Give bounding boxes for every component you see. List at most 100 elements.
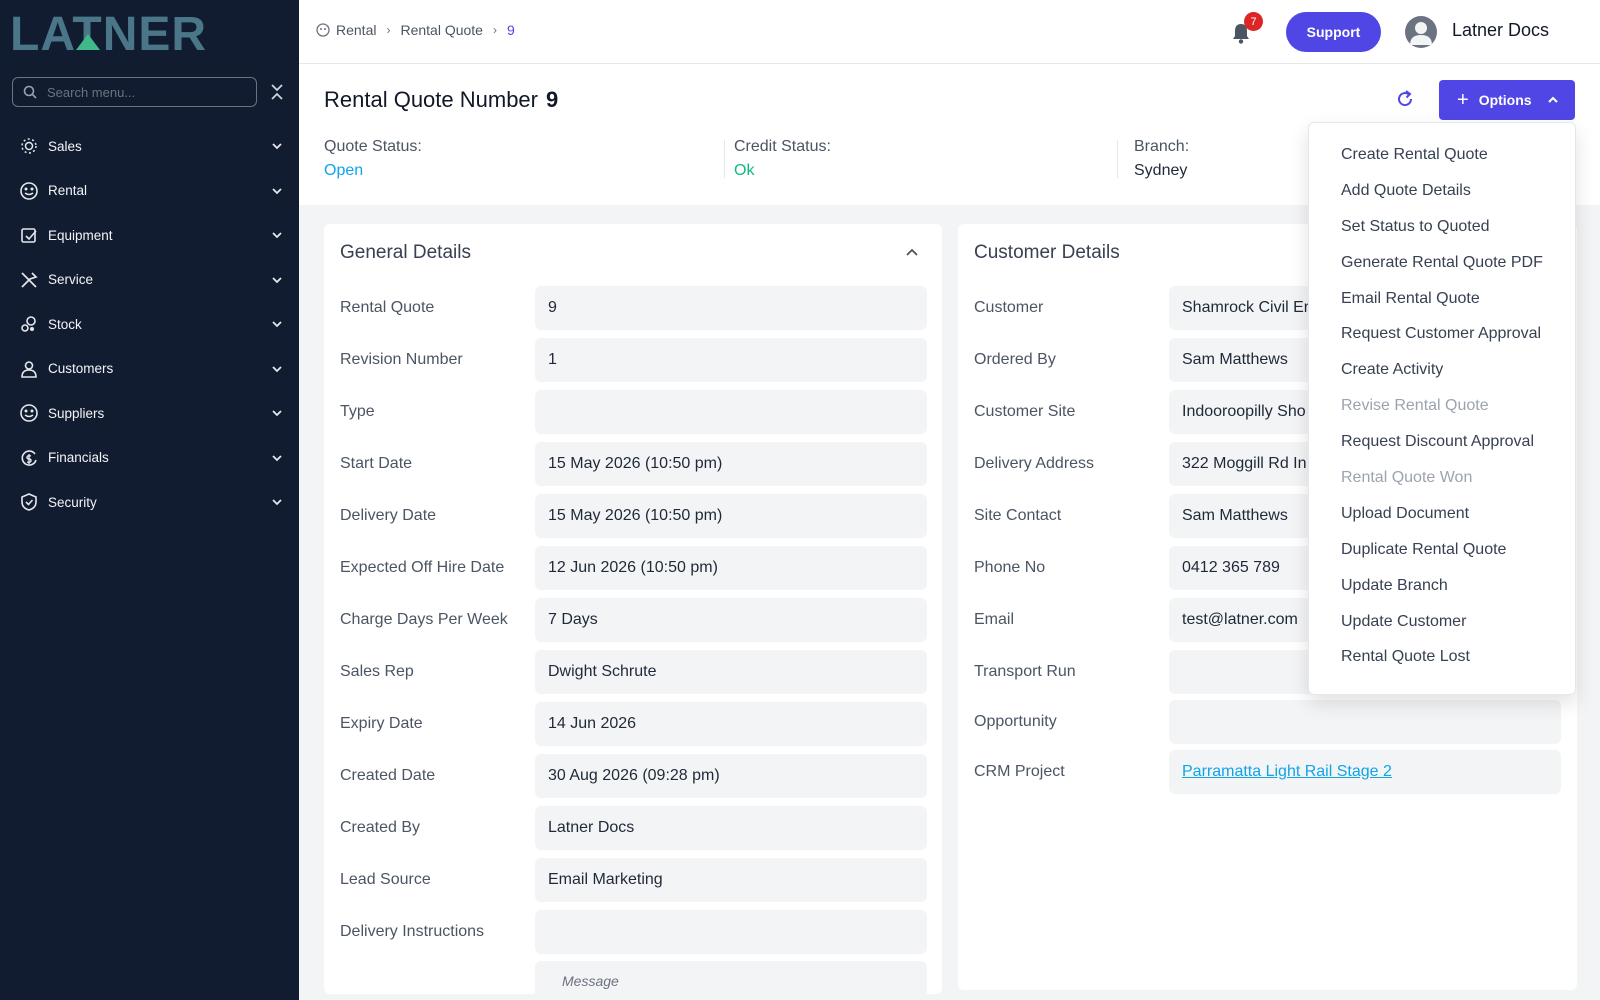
sidebar: LATNER Sales Rental Equipment Service bbox=[0, 0, 299, 1000]
field-label: Rental Quote bbox=[340, 299, 435, 316]
menu-item-rental-quote-won: Rental Quote Won bbox=[1341, 468, 1473, 486]
field-label: Created By bbox=[340, 819, 421, 836]
credit-status-label: Credit Status: bbox=[734, 138, 831, 155]
field-value[interactable]: 15 May 2026 (10:50 pm) bbox=[535, 442, 927, 486]
chevron-down-icon bbox=[271, 274, 283, 286]
financials-icon bbox=[19, 448, 39, 468]
menu-search[interactable] bbox=[12, 77, 257, 107]
user-name[interactable]: Latner Docs bbox=[1452, 20, 1549, 41]
sidebar-item-customers[interactable]: Customers bbox=[0, 347, 299, 392]
sidebar-item-financials[interactable]: Financials bbox=[0, 436, 299, 481]
field-label: Transport Run bbox=[974, 663, 1076, 680]
field-label: Delivery Date bbox=[340, 507, 437, 524]
breadcrumb-separator-icon: › bbox=[492, 23, 497, 37]
sidebar-item-label: Stock bbox=[48, 316, 82, 332]
menu-item-rental-quote-lost[interactable]: Rental Quote Lost bbox=[1309, 639, 1575, 675]
menu-item-email-rental-quote[interactable]: Email Rental Quote bbox=[1309, 281, 1575, 317]
menu-item-set-status-quoted[interactable]: Set Status to Quoted bbox=[1309, 209, 1575, 245]
field-created-by: Created By Latner Docs bbox=[340, 806, 927, 850]
field-expected-off-hire-date: Expected Off Hire Date 12 Jun 2026 (10:50… bbox=[340, 546, 927, 590]
sidebar-item-rental[interactable]: Rental bbox=[0, 169, 299, 214]
breadcrumb-rental[interactable]: Rental bbox=[336, 22, 376, 38]
menu-item-create-rental-quote[interactable]: Create Rental Quote bbox=[1309, 137, 1575, 173]
menu-item-update-branch[interactable]: Update Branch bbox=[1309, 568, 1575, 604]
field-label: Delivery Address bbox=[974, 455, 1095, 472]
sidebar-item-service[interactable]: Service bbox=[0, 258, 299, 303]
chevron-down-icon bbox=[271, 140, 283, 152]
menu-item-upload-document[interactable]: Upload Document bbox=[1309, 496, 1575, 532]
menu-item-add-quote-details[interactable]: Add Quote Details bbox=[1309, 173, 1575, 209]
field-value[interactable] bbox=[535, 390, 927, 434]
field-label: Expiry Date bbox=[340, 715, 423, 732]
support-button[interactable]: Support bbox=[1286, 12, 1381, 52]
field-value[interactable]: 9 bbox=[535, 286, 927, 330]
message-input[interactable]: Message bbox=[535, 961, 927, 1000]
field-rental-quote: Rental Quote 9 bbox=[340, 286, 927, 330]
rental-icon bbox=[19, 181, 39, 201]
field-label: Opportunity bbox=[974, 713, 1057, 730]
field-label: Site Contact bbox=[974, 507, 1062, 524]
breadcrumb-rental-quote[interactable]: Rental Quote bbox=[400, 22, 483, 38]
sidebar-item-suppliers[interactable]: Suppliers bbox=[0, 391, 299, 436]
field-value[interactable] bbox=[1169, 700, 1561, 744]
field-value[interactable]: Dwight Schrute bbox=[535, 650, 927, 694]
field-label: Lead Source bbox=[340, 871, 431, 888]
options-dropdown-menu: Create Rental Quote Add Quote Details Se… bbox=[1308, 122, 1576, 695]
divider bbox=[1117, 140, 1118, 178]
avatar[interactable] bbox=[1405, 16, 1437, 48]
quote-number: 9 bbox=[546, 87, 559, 112]
menu-search-input[interactable] bbox=[47, 84, 237, 100]
options-label: Options bbox=[1478, 92, 1532, 108]
field-value[interactable]: 12 Jun 2026 (10:50 pm) bbox=[535, 546, 927, 590]
field-label: Email bbox=[974, 611, 1015, 628]
chevron-up-icon[interactable] bbox=[904, 244, 920, 260]
refresh-icon[interactable] bbox=[1395, 89, 1415, 109]
sidebar-item-stock[interactable]: Stock bbox=[0, 302, 299, 347]
field-value[interactable]: 14 Jun 2026 bbox=[535, 702, 927, 746]
field-value[interactable]: Latner Docs bbox=[535, 806, 927, 850]
field-value[interactable]: 7 Days bbox=[535, 598, 927, 642]
sidebar-item-sales[interactable]: Sales bbox=[0, 124, 299, 169]
page-title-text: Rental Quote Number bbox=[324, 87, 538, 112]
breadcrumb: Rental › Rental Quote › 9 bbox=[316, 22, 515, 38]
options-button[interactable]: + Options bbox=[1439, 80, 1575, 120]
field-label: Sales Rep bbox=[340, 663, 414, 680]
field-label: Start Date bbox=[340, 455, 413, 472]
menu-item-duplicate-rental-quote[interactable]: Duplicate Rental Quote bbox=[1309, 532, 1575, 568]
crm-project-link[interactable]: Parramatta Light Rail Stage 2 bbox=[1169, 750, 1561, 794]
field-value[interactable]: 1 bbox=[535, 338, 927, 382]
sidebar-item-label: Customers bbox=[48, 361, 114, 377]
menu-item-request-discount-approval[interactable]: Request Discount Approval bbox=[1309, 424, 1575, 460]
field-opportunity: Opportunity bbox=[974, 700, 1561, 744]
sidebar-item-label: Suppliers bbox=[48, 405, 105, 421]
branch-status: Branch: Sydney bbox=[1134, 138, 1189, 180]
logo-text: LATNER bbox=[10, 10, 207, 54]
sidebar-item-label: Sales bbox=[48, 138, 82, 154]
field-value[interactable]: 15 May 2026 (10:50 pm) bbox=[535, 494, 927, 538]
field-delivery-instructions: Delivery Instructions bbox=[340, 910, 927, 954]
field-label: Expected Off Hire Date bbox=[340, 559, 505, 576]
search-icon bbox=[23, 85, 37, 99]
field-label: Phone No bbox=[974, 559, 1046, 576]
field-value[interactable]: Email Marketing bbox=[535, 858, 927, 902]
sidebar-item-security[interactable]: Security bbox=[0, 480, 299, 525]
quote-status-label: Quote Status: bbox=[324, 138, 422, 155]
credit-status: Credit Status: Ok bbox=[734, 138, 831, 180]
menu-item-create-activity[interactable]: Create Activity bbox=[1309, 352, 1575, 388]
sidebar-item-equipment[interactable]: Equipment bbox=[0, 213, 299, 258]
field-label: Revision Number bbox=[340, 351, 463, 368]
quote-status: Quote Status: Open bbox=[324, 138, 422, 180]
breadcrumb-current: 9 bbox=[506, 22, 515, 38]
menu-item-update-customer[interactable]: Update Customer bbox=[1309, 604, 1575, 640]
menu-item-request-customer-approval[interactable]: Request Customer Approval bbox=[1309, 316, 1575, 352]
field-charge-days: Charge Days Per Week 7 Days bbox=[340, 598, 927, 642]
field-value[interactable]: 30 Aug 2026 (09:28 pm) bbox=[535, 754, 927, 798]
branch-value: Sydney bbox=[1134, 162, 1188, 179]
field-label: Ordered By bbox=[974, 351, 1056, 368]
quote-status-value: Open bbox=[324, 162, 364, 179]
field-label: Customer bbox=[974, 299, 1044, 316]
chevron-down-icon bbox=[271, 496, 283, 508]
menu-item-generate-pdf[interactable]: Generate Rental Quote PDF bbox=[1309, 245, 1575, 281]
collapse-sidebar-icon[interactable] bbox=[270, 83, 284, 101]
field-value[interactable] bbox=[535, 910, 927, 954]
